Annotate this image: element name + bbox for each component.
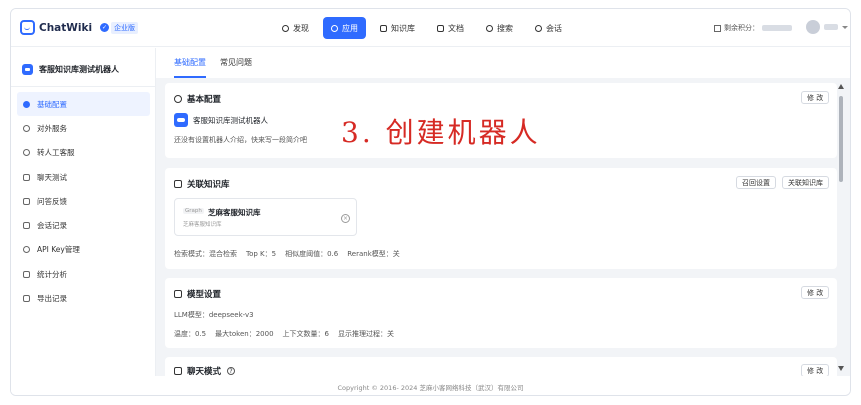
sidebar-item-human-transfer[interactable]: 转人工客服 [17, 141, 150, 165]
avatar [806, 20, 820, 34]
chatwiki-logo-icon [20, 20, 35, 35]
chat-mode-card: 聊天模式 ? 修 改 [165, 357, 837, 376]
record-icon [23, 222, 30, 230]
user-name-blurred [824, 24, 838, 30]
model-settings-card: 模型设置 修 改 LLM模型：deepseek-v3 温度：0.5 最大toke… [165, 278, 837, 348]
sidebar: 客服知识库测试机器人 基础配置 对外服务 转人工客服 聊天测试 问答反馈 会话记… [11, 48, 156, 395]
book-icon [380, 24, 387, 32]
robot-name: 客服知识库测试机器人 [193, 115, 268, 125]
kb-name: 芝麻客服知识库 [208, 208, 261, 217]
sidebar-item-chat-test[interactable]: 聊天测试 [17, 165, 150, 189]
credits-value-blurred [762, 25, 792, 31]
card-title: 基本配置 [174, 93, 221, 105]
retrieval-settings: 检索模式：混合检索 Top K：5 相似度阈值：0.6 Rerank模型：关 [174, 250, 400, 258]
edit-model-button[interactable]: 修 改 [801, 286, 830, 299]
chevron-down-icon [842, 25, 848, 29]
credits-display: 剩余积分： [714, 23, 792, 33]
sidebar-item-qa-feedback[interactable]: 问答反馈 [17, 189, 150, 213]
logo-text: ChatWiki [39, 21, 93, 34]
chart-icon [23, 270, 30, 278]
robot-header: 客服知识库测试机器人 [22, 64, 119, 75]
chat-mode-icon [174, 367, 182, 375]
chat-icon [535, 24, 542, 32]
search-icon [486, 24, 493, 32]
main-nav: 发现 应用 知识库 文档 搜索 会话 [274, 17, 570, 39]
compass-icon [282, 24, 289, 32]
book-icon [174, 180, 182, 188]
robot-info: 客服知识库测试机器人 [174, 113, 268, 127]
user-menu[interactable] [806, 20, 848, 34]
export-icon [23, 295, 30, 303]
nav-sessions[interactable]: 会话 [527, 17, 570, 39]
edition-badge: ✓ 企业版 [100, 21, 139, 34]
knowledge-base-card: 关联知识库 召回设置 关联知识库 Graph 芝麻客服知识库 芝麻客服知识库 ×… [165, 168, 837, 269]
link-knowledge-base-button[interactable]: 关联知识库 [782, 176, 829, 189]
robot-icon [22, 64, 33, 75]
sidebar-item-export-records[interactable]: 导出记录 [17, 286, 150, 310]
robot-intro-placeholder: 还没有设置机器人介绍，快来写一段简介吧 [174, 136, 307, 144]
logo[interactable]: ChatWiki ✓ 企业版 [20, 20, 139, 35]
nav-documents[interactable]: 文档 [429, 17, 472, 39]
settings-icon [23, 100, 30, 108]
llm-model: LLM模型：deepseek-v3 [174, 311, 254, 319]
sidebar-item-external-service[interactable]: 对外服务 [17, 116, 150, 140]
chat-bubble-icon [23, 173, 30, 181]
app-window: ChatWiki ✓ 企业版 发现 应用 知识库 文档 搜索 会话 剩余积分： … [10, 8, 851, 396]
key-icon [23, 246, 30, 254]
knowledge-base-item[interactable]: Graph 芝麻客服知识库 芝麻客服知识库 × [174, 198, 357, 236]
divider [11, 86, 156, 87]
sidebar-menu: 基础配置 对外服务 转人工客服 聊天测试 问答反馈 会话记录 API Key管理… [17, 92, 150, 311]
scroll-down-icon[interactable] [838, 366, 844, 371]
sidebar-item-api-key[interactable]: API Key管理 [17, 238, 150, 262]
settings-icon [174, 95, 182, 103]
kb-subtitle: 芝麻客服知识库 [183, 222, 222, 228]
robot-name: 客服知识库测试机器人 [39, 65, 119, 74]
model-icon [174, 290, 182, 298]
sidebar-item-session-records[interactable]: 会话记录 [17, 213, 150, 237]
scrollbar[interactable] [837, 84, 846, 374]
edit-basic-config-button[interactable]: 修 改 [801, 91, 830, 104]
recall-settings-button[interactable]: 召回设置 [736, 176, 776, 189]
document-icon [437, 24, 444, 32]
footer: Copyright © 2016- 2024 芝麻小客网络科技（武汉）有限公司 [11, 376, 850, 395]
main-content: 基本配置 修 改 客服知识库测试机器人 还没有设置机器人介绍，快来写一段简介吧 … [156, 78, 850, 376]
nav-search[interactable]: 搜索 [478, 17, 521, 39]
graph-tag: Graph [183, 208, 204, 214]
step-annotation: 3. 创建机器人 [341, 116, 541, 149]
tab-faq[interactable]: 常见问题 [220, 57, 252, 68]
card-title: 关联知识库 [174, 178, 230, 190]
robot-icon [174, 113, 188, 127]
tab-basic-config[interactable]: 基础配置 [174, 57, 206, 78]
headset-icon [23, 149, 30, 157]
card-title: 模型设置 [174, 288, 221, 300]
help-icon[interactable]: ? [227, 367, 236, 375]
edit-chat-mode-button[interactable]: 修 改 [801, 364, 830, 376]
nav-knowledge-base[interactable]: 知识库 [372, 17, 423, 39]
top-header: ChatWiki ✓ 企业版 发现 应用 知识库 文档 搜索 会话 剩余积分： [11, 9, 850, 47]
scroll-up-icon[interactable] [838, 84, 844, 89]
sidebar-item-basic-config[interactable]: 基础配置 [17, 92, 150, 117]
nav-apps[interactable]: 应用 [323, 17, 366, 39]
sidebar-item-statistics[interactable]: 统计分析 [17, 262, 150, 286]
nav-discover[interactable]: 发现 [274, 17, 317, 39]
tab-bar: 基础配置 常见问题 [164, 48, 850, 78]
close-icon[interactable]: × [341, 214, 350, 223]
share-icon [23, 124, 30, 132]
scroll-thumb[interactable] [839, 96, 843, 182]
verified-icon: ✓ [100, 23, 110, 32]
feedback-icon [23, 197, 30, 205]
building-icon [714, 24, 721, 32]
app-icon [331, 24, 338, 32]
card-title: 聊天模式 ? [174, 365, 236, 376]
model-params: 温度：0.5 最大token：2000 上下文数量：6 显示推理过程：关 [174, 330, 394, 338]
